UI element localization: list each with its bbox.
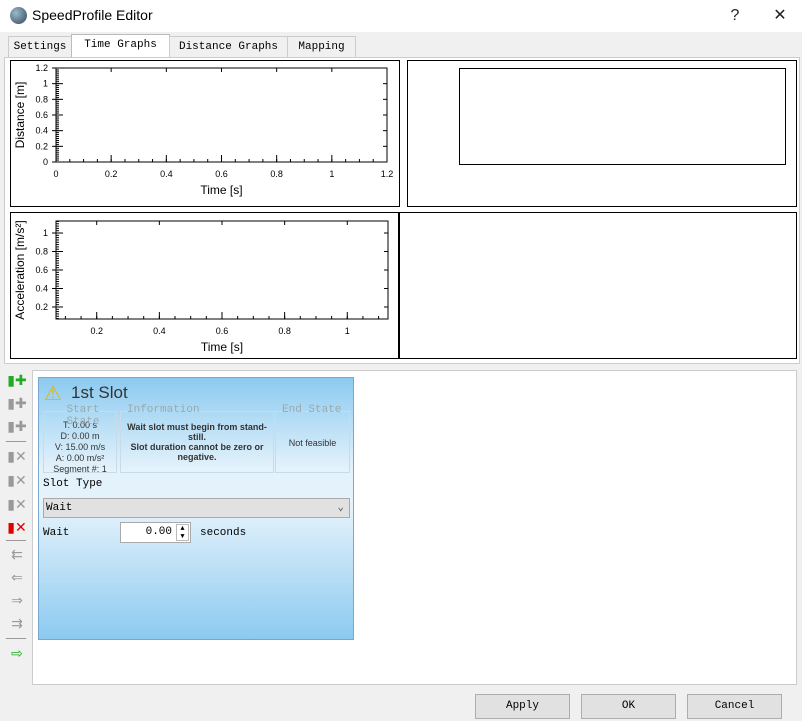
preview-panel bbox=[407, 60, 797, 207]
slot-toolbar: ▮✚ ▮✚ ▮✚ ▮✕ ▮✕ ▮✕ ▮✕ ⇇ ⇐ ⇒ ⇉ ⇨ bbox=[0, 370, 32, 685]
wait-label: Wait bbox=[43, 527, 70, 539]
y-tick-label: 0.2 bbox=[35, 141, 48, 151]
y-tick-label: 1.2 bbox=[35, 63, 48, 73]
x-tick-label: 0.4 bbox=[160, 169, 173, 179]
spinner-icon[interactable]: ▲ ▼ bbox=[176, 524, 189, 541]
y-tick-label: 0.6 bbox=[35, 110, 48, 120]
y-tick-label: 0.6 bbox=[35, 265, 48, 275]
title-bar: SpeedProfile Editor ? ✕ bbox=[0, 0, 802, 32]
slot-title: 1st Slot bbox=[71, 383, 128, 402]
acceleration-time-chart: 0.2 0.4 0.6 0.8 1 0.2 0.4 0.6 0.8 1 Time [s] Accele… bbox=[13, 220, 389, 354]
add-slot-icon[interactable]: ▮✚ bbox=[6, 370, 28, 390]
export-icon[interactable]: ⇨ bbox=[6, 643, 28, 663]
distance-time-chart: 0 0.2 0.4 0.6 0.8 1 1.2 0 0.2 0.4 0.6 0.8 1 1.2 Time [… bbox=[13, 63, 394, 197]
plot-frame bbox=[55, 220, 389, 320]
cancel-button[interactable]: Cancel bbox=[687, 694, 782, 719]
x-tick-label: 0.8 bbox=[278, 326, 291, 336]
window-title: SpeedProfile Editor bbox=[32, 7, 153, 23]
delete-before-icon[interactable]: ▮✕ bbox=[6, 470, 28, 490]
x-tick-label: 0.6 bbox=[215, 169, 228, 179]
slot-type-label: Slot Type bbox=[43, 478, 103, 490]
wait-input[interactable]: 0.00 ▲ ▼ bbox=[120, 522, 191, 543]
y-tick-label: 0 bbox=[43, 157, 48, 167]
app-icon bbox=[10, 7, 27, 24]
x-tick-label: 1 bbox=[329, 169, 334, 179]
y-tick-label: 1 bbox=[43, 79, 48, 89]
acceleration-chart-panel: 0.2 0.4 0.6 0.8 1 0.2 0.4 0.6 0.8 1 Time [s] Accele… bbox=[10, 212, 399, 359]
plot-frame bbox=[55, 67, 388, 163]
slot-type-select[interactable]: Wait ⌄ bbox=[43, 498, 350, 518]
distance-chart-panel: 0 0.2 0.4 0.6 0.8 1 1.2 0 0.2 0.4 0.6 0.8 1 1.2 Time [… bbox=[10, 60, 400, 207]
apply-button[interactable]: Apply bbox=[475, 694, 570, 719]
y-axis-label: Distance [m] bbox=[13, 82, 27, 149]
y-tick-label: 0.4 bbox=[35, 126, 48, 136]
y-tick-label: 0.2 bbox=[35, 302, 48, 312]
help-button[interactable]: ? bbox=[720, 4, 750, 28]
move-first-icon[interactable]: ⇇ bbox=[6, 544, 28, 564]
warning-icon: ⚠ bbox=[44, 383, 62, 405]
start-state-group: Start State T: 0.00 s D: 0.00 m V: 15.00 m… bbox=[43, 404, 117, 474]
tab-settings[interactable]: Settings bbox=[8, 36, 72, 57]
x-axis-label: Time [s] bbox=[200, 183, 242, 197]
chevron-down-icon: ⌄ bbox=[337, 502, 344, 514]
tab-mapping[interactable]: Mapping bbox=[287, 36, 356, 57]
move-left-icon[interactable]: ⇐ bbox=[6, 567, 28, 587]
delete-after-icon[interactable]: ▮✕ bbox=[6, 494, 28, 514]
tab-distance-graphs[interactable]: Distance Graphs bbox=[169, 36, 288, 57]
delete-all-icon[interactable]: ▮✕ bbox=[6, 517, 28, 537]
wait-unit: seconds bbox=[200, 527, 247, 539]
y-tick-label: 1 bbox=[43, 228, 48, 238]
x-axis-label: Time [s] bbox=[201, 340, 243, 354]
x-tick-label: 1 bbox=[345, 326, 350, 336]
x-tick-label: 0.2 bbox=[105, 169, 118, 179]
y-tick-label: 0.8 bbox=[35, 247, 48, 257]
ok-button[interactable]: OK bbox=[581, 694, 676, 719]
end-state-group: End State Not feasible bbox=[275, 404, 350, 473]
empty-panel bbox=[399, 212, 797, 359]
slot-card[interactable]: ⚠ 1st Slot Start State T: 0.00 s D: 0.00 … bbox=[38, 377, 354, 640]
x-tick-label: 0.6 bbox=[216, 326, 229, 336]
x-tick-label: 1.2 bbox=[381, 169, 394, 179]
move-last-icon[interactable]: ⇉ bbox=[6, 613, 28, 633]
x-tick-label: 0.4 bbox=[153, 326, 166, 336]
preview-frame bbox=[459, 68, 786, 165]
move-right-icon[interactable]: ⇒ bbox=[6, 590, 28, 610]
close-button[interactable]: ✕ bbox=[765, 4, 795, 28]
delete-slot-icon[interactable]: ▮✕ bbox=[6, 446, 28, 466]
information-group: Information Wait slot must begin from st… bbox=[120, 404, 274, 473]
x-tick-label: 0.8 bbox=[270, 169, 283, 179]
x-tick-label: 0.2 bbox=[90, 326, 103, 336]
y-tick-label: 0.8 bbox=[35, 94, 48, 104]
x-tick-label: 0 bbox=[53, 169, 58, 179]
y-axis-label: Acceleration [m/s²] bbox=[13, 220, 27, 319]
tab-time-graphs[interactable]: Time Graphs bbox=[71, 34, 170, 58]
y-tick-label: 0.4 bbox=[35, 283, 48, 293]
insert-before-icon[interactable]: ▮✚ bbox=[6, 393, 28, 413]
insert-after-icon[interactable]: ▮✚ bbox=[6, 416, 28, 436]
